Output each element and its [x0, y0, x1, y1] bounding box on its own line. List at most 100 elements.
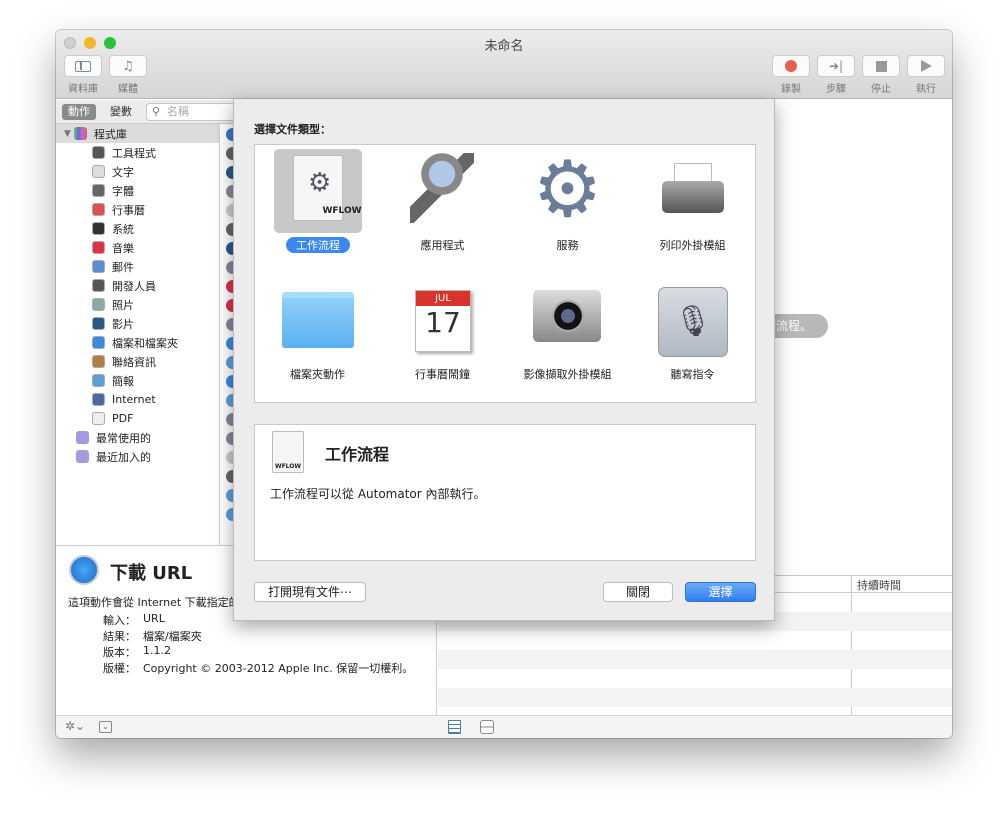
description-key: 版本：: [103, 646, 136, 659]
type-label: 工作流程: [286, 237, 350, 253]
type-calendar-alarm[interactable]: JUL 17 行事曆鬧鐘: [380, 274, 505, 402]
log-list-view-icon[interactable]: [448, 720, 461, 734]
type-image-capture-plugin[interactable]: 影像擷取外掛模組: [505, 274, 630, 402]
type-application[interactable]: 應用程式: [380, 145, 505, 273]
search-icon: ⚲: [152, 105, 161, 118]
close-button[interactable]: 關閉: [603, 582, 673, 602]
library-category[interactable]: 檔案和檔案夾: [56, 333, 219, 352]
smart-group[interactable]: 最常使用的: [56, 428, 219, 447]
description-value: 1.1.2: [143, 644, 171, 657]
media-icon: ♫: [122, 58, 134, 74]
library-root[interactable]: ▼ 程式庫: [56, 124, 219, 143]
gear-menu-icon[interactable]: ✲⌄: [65, 719, 85, 733]
bottom-bar: ✲⌄ ⌄: [56, 715, 952, 738]
duration-column-header[interactable]: 持續時間: [857, 577, 901, 593]
type-service[interactable]: ⚙ 服務: [505, 145, 630, 273]
type-folder-action[interactable]: 檔案夾動作: [255, 274, 380, 402]
type-label: 影像擷取外掛模組: [523, 368, 612, 381]
library-category[interactable]: 影片: [56, 314, 219, 333]
library-category[interactable]: 開發人員: [56, 276, 219, 295]
library-root-label: 程式庫: [93, 127, 127, 141]
printer-icon: [662, 163, 724, 221]
category-label: 簡報: [112, 374, 134, 388]
category-icon: [92, 146, 105, 159]
library-category[interactable]: 音樂: [56, 238, 219, 257]
smart-group[interactable]: 最近加入的: [56, 447, 219, 466]
type-label: 檔案夾動作: [290, 368, 345, 381]
library-category[interactable]: 郵件: [56, 257, 219, 276]
library-category[interactable]: 行事曆: [56, 200, 219, 219]
microphone-icon: 🎙: [658, 287, 728, 357]
description-key: 輸入：: [103, 614, 136, 627]
category-icon: [92, 260, 105, 273]
type-description-box: WFLOW 工作流程 工作流程可以從 Automator 內部執行。: [254, 424, 756, 561]
category-icon: [92, 336, 105, 349]
record-label: 錄製: [781, 84, 801, 95]
type-detail-text: 工作流程可以從 Automator 內部執行。: [270, 487, 486, 501]
step-button[interactable]: ➜|: [817, 55, 855, 77]
category-label: 工具程式: [112, 146, 156, 160]
type-dictation-command[interactable]: 🎙 聽寫指令: [630, 274, 755, 402]
description-toggle-icon[interactable]: ⌄: [99, 721, 112, 733]
category-label: 開發人員: [112, 279, 156, 293]
library-category[interactable]: 工具程式: [56, 143, 219, 162]
category-label: Internet: [112, 393, 156, 406]
category-icon: [92, 393, 105, 406]
document-type-grid: ⚙ WFLOW 工作流程 應用程式 ⚙ 服務 列印外掛模組 檔案夾動作 JUL 1…: [254, 144, 756, 403]
variables-view-icon[interactable]: [480, 720, 494, 734]
type-label: 服務: [556, 239, 579, 252]
stop-label: 停止: [871, 84, 891, 95]
step-label: 步驟: [826, 84, 846, 95]
library-category[interactable]: Internet: [56, 390, 219, 409]
type-workflow[interactable]: ⚙ WFLOW 工作流程: [255, 145, 380, 273]
library-list: ▼ 程式庫 工具程式文字 字體 行事曆系統音樂郵件開發人員照片 影片 檔案和檔案夾 聯絡資…: [56, 124, 220, 545]
document-type-sheet: 選擇文件類型： ⚙ WFLOW 工作流程 應用程式 ⚙ 服務 列印外掛模組 檔案夾…: [233, 99, 775, 621]
media-button[interactable]: ♫: [109, 55, 147, 77]
category-label: 系統: [112, 222, 134, 236]
library-category[interactable]: 系統: [56, 219, 219, 238]
library-category[interactable]: 照片: [56, 295, 219, 314]
description-value: 檔案/檔案夾: [143, 630, 202, 643]
workflow-document-small-icon: WFLOW: [272, 431, 304, 473]
step-icon: ➜|: [828, 59, 844, 73]
category-icon: [92, 374, 105, 387]
description-key: 版權：: [103, 662, 136, 675]
category-icon: [92, 203, 105, 216]
play-icon: [920, 60, 932, 72]
library-category[interactable]: 聯絡資訊: [56, 352, 219, 371]
library-category[interactable]: PDF: [56, 409, 219, 428]
category-icon: [92, 222, 105, 235]
open-existing-button[interactable]: 打開現有文件⋯: [254, 582, 366, 602]
stop-button[interactable]: [862, 55, 900, 77]
library-toggle-button[interactable]: [64, 55, 102, 77]
tab-variables[interactable]: 變數: [104, 104, 138, 120]
record-icon: [785, 60, 797, 72]
choose-button[interactable]: 選擇: [685, 582, 756, 602]
safari-compass-icon: [69, 555, 99, 585]
stop-icon: [875, 60, 887, 72]
description-value: Copyright © 2003-2012 Apple Inc. 保留一切權利。: [143, 662, 414, 675]
library-icon: [73, 127, 87, 140]
media-label: 媒體: [118, 84, 138, 95]
smart-folder-icon: [76, 431, 89, 444]
category-label: 音樂: [112, 241, 134, 255]
calendar-icon: JUL 17: [415, 290, 471, 352]
category-icon: [92, 165, 105, 178]
type-detail-title: 工作流程: [325, 445, 390, 464]
record-button[interactable]: [772, 55, 810, 77]
type-label: 應用程式: [420, 239, 465, 252]
run-button[interactable]: [907, 55, 945, 77]
library-category[interactable]: 字體: [56, 181, 219, 200]
category-icon: [92, 298, 105, 311]
titlebar: 未命名 資料庫 ♫ 媒體 錄製 ➜| 步驟 停止 執行: [56, 30, 952, 99]
type-print-plugin[interactable]: 列印外掛模組: [630, 145, 755, 273]
library-label: 資料庫: [68, 84, 98, 95]
library-category[interactable]: 簡報: [56, 371, 219, 390]
smart-group-label: 最近加入的: [96, 450, 151, 464]
tab-actions[interactable]: 動作: [62, 104, 96, 120]
sidebar-icon: [75, 60, 91, 72]
category-icon: [92, 241, 105, 254]
workflow-document-icon: ⚙ WFLOW: [293, 155, 362, 221]
disclosure-triangle-icon: ▼: [64, 128, 71, 139]
library-category[interactable]: 文字: [56, 162, 219, 181]
